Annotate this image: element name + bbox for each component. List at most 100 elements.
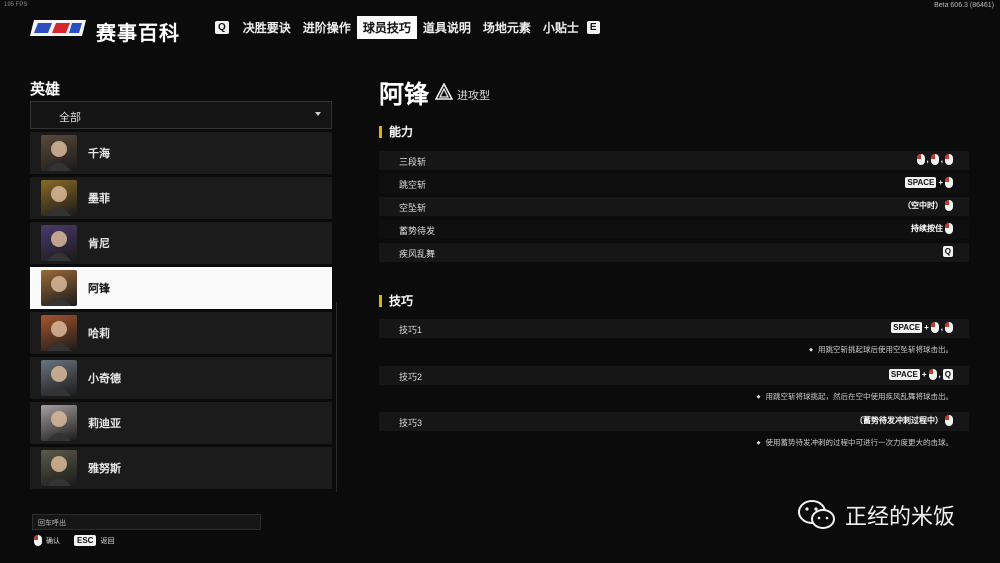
fps-counter: 195 FPS xyxy=(4,2,28,8)
mouse-left-icon xyxy=(34,535,42,546)
ability-row: 蓄势待发 持续按住 xyxy=(379,220,969,239)
hero-name-label: 墨菲 xyxy=(88,193,110,205)
ability-row: 空坠斩 （空中时） xyxy=(379,197,969,216)
tab-player-skills[interactable]: 球员技巧 xyxy=(356,16,417,39)
page-title: 赛事百科 xyxy=(96,23,180,45)
skill-row: 技巧2 SPACE +, Q xyxy=(379,366,969,385)
scrollbar[interactable] xyxy=(336,302,337,492)
mouse-left-icon xyxy=(930,322,939,333)
hero-list-item[interactable]: 阿锋 xyxy=(30,267,332,309)
hero-avatar xyxy=(41,405,77,441)
hero-list: 千海墨菲肯尼阿锋哈莉小奇德莉迪亚雅努斯 xyxy=(30,132,332,490)
mouse-left-icon xyxy=(928,369,937,380)
input-condition-text: （空中时） xyxy=(903,201,943,210)
tab-field[interactable]: 场地元素 xyxy=(477,16,537,39)
mouse-left-icon xyxy=(945,177,953,188)
ability-label: 跳空斩 xyxy=(399,180,427,190)
key-badge: SPACE xyxy=(888,369,920,380)
skill-tip: 用跳空斩挑起球后使用空坠斩将球击出。 xyxy=(809,344,953,355)
skill-label: 技巧3 xyxy=(399,418,423,428)
mouse-left-icon xyxy=(945,154,953,165)
hero-list-heading: 英雄 xyxy=(30,81,61,98)
hero-name-label: 哈莉 xyxy=(88,328,110,340)
skill-row: 技巧3 （蓄势待发冲刺过程中） xyxy=(379,412,969,431)
skill-input: SPACE +, xyxy=(891,322,953,333)
input-separator: + xyxy=(938,178,943,187)
hero-name-label: 小奇德 xyxy=(88,373,121,385)
prev-tab-key[interactable]: Q xyxy=(215,21,229,34)
hero-avatar xyxy=(41,360,77,396)
input-separator: , xyxy=(940,155,943,164)
input-separator: + xyxy=(924,323,929,332)
tab-items[interactable]: 道具说明 xyxy=(417,16,477,39)
chat-placeholder: 回车呼出 xyxy=(38,520,66,527)
ability-row: 跳空斩 SPACE + xyxy=(379,174,969,193)
esc-key[interactable]: ESC xyxy=(74,535,97,546)
tab-advanced[interactable]: 进阶操作 xyxy=(297,16,357,39)
category-tabs: Q 决胜要诀 进阶操作 球员技巧 道具说明 场地元素 小贴士 E xyxy=(215,16,600,39)
input-separator: , xyxy=(926,155,929,164)
skill-label: 技巧2 xyxy=(399,372,423,382)
role-label: 进攻型 xyxy=(457,90,490,102)
mouse-left-icon xyxy=(945,415,953,426)
hero-avatar xyxy=(41,180,77,216)
hero-list-item[interactable]: 小奇德 xyxy=(30,357,332,399)
hero-name-label: 千海 xyxy=(88,148,110,160)
skill-tip: 使用蓄势待发冲刺的过程中可进行一次力度更大的击球。 xyxy=(757,437,954,448)
hero-list-item[interactable]: 雅努斯 xyxy=(30,447,332,489)
ability-label: 三段斩 xyxy=(399,157,427,167)
mouse-left-icon xyxy=(945,322,953,333)
chat-input[interactable]: 回车呼出 xyxy=(32,514,261,530)
key-badge: SPACE xyxy=(891,322,923,333)
mouse-left-icon xyxy=(930,154,939,165)
skill-label: 技巧1 xyxy=(399,325,423,335)
hero-list-item[interactable]: 墨菲 xyxy=(30,177,332,219)
tab-tips[interactable]: 小贴士 xyxy=(537,16,585,39)
hero-list-item[interactable]: 千海 xyxy=(30,132,332,174)
ability-input: 持续按住 xyxy=(911,223,953,234)
hero-filter-dropdown[interactable]: 全部 xyxy=(30,101,332,129)
next-tab-key[interactable]: E xyxy=(586,21,600,34)
hero-name-label: 肯尼 xyxy=(88,238,110,250)
input-condition-text: （蓄势待发冲刺过程中） xyxy=(855,416,943,425)
input-separator: , xyxy=(940,323,943,332)
hero-avatar xyxy=(41,315,77,351)
ability-label: 蓄势待发 xyxy=(399,226,436,236)
tab-tactics[interactable]: 决胜要诀 xyxy=(237,16,297,39)
hero-avatar xyxy=(41,135,77,171)
input-separator: + xyxy=(921,370,927,379)
attack-role-icon xyxy=(435,83,453,100)
ability-label: 空坠斩 xyxy=(399,203,427,213)
hero-list-item[interactable]: 肯尼 xyxy=(30,222,332,264)
skills-section-title: 技巧 xyxy=(379,295,413,307)
hero-avatar xyxy=(41,225,77,261)
skill-input: SPACE +, Q xyxy=(888,369,953,380)
skill-row: 技巧1 SPACE +, xyxy=(379,319,969,338)
skill-tip: 用跳空斩将球挑起，然后在空中使用疾风乱舞将球击出。 xyxy=(757,391,954,402)
wechat-icon xyxy=(798,500,835,529)
ability-label: 疾风乱舞 xyxy=(399,249,436,259)
watermark-text: 正经的米饭 xyxy=(845,504,956,529)
hero-name-label: 阿锋 xyxy=(88,283,110,295)
mouse-left-icon xyxy=(945,223,953,234)
confirm-label: 确认 xyxy=(46,537,60,545)
key-badge: SPACE xyxy=(905,177,937,188)
hero-name-label: 莉迪亚 xyxy=(88,418,121,430)
chevron-down-icon xyxy=(315,112,321,116)
mouse-left-icon xyxy=(945,200,953,211)
hero-list-item[interactable]: 哈莉 xyxy=(30,312,332,354)
ability-input: SPACE + xyxy=(905,177,953,188)
ability-row: 三段斩,, xyxy=(379,151,969,170)
hero-name: 阿锋 xyxy=(379,81,430,109)
skill-input: （蓄势待发冲刺过程中） xyxy=(855,415,953,426)
back-hint: ESC 返回 xyxy=(74,535,114,546)
hero-list-item[interactable]: 莉迪亚 xyxy=(30,402,332,444)
filter-value: 全部 xyxy=(59,112,81,124)
abilities-section-title: 能力 xyxy=(379,126,413,138)
ability-input: Q xyxy=(942,246,953,257)
ability-input: ,, xyxy=(916,154,953,165)
hero-avatar xyxy=(41,270,77,306)
game-logo xyxy=(30,20,86,36)
input-condition-text: 持续按住 xyxy=(911,224,943,233)
ability-input: （空中时） xyxy=(903,200,953,211)
